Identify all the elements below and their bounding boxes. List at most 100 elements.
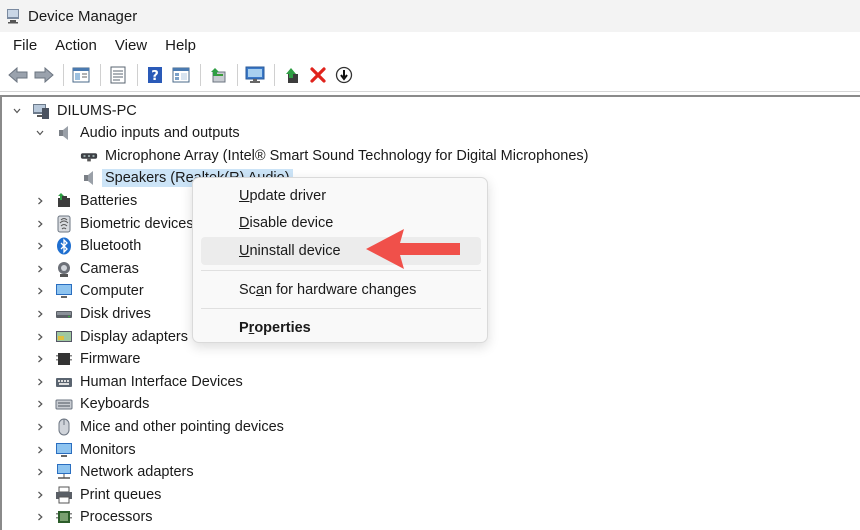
chevron-down-icon[interactable] <box>10 104 24 118</box>
chevron-right-icon[interactable] <box>33 330 47 344</box>
tree-category-item[interactable]: Processors <box>33 506 153 528</box>
tree-category-item[interactable]: Network adapters <box>33 461 194 483</box>
menu-update-driver[interactable]: Update driver <box>201 182 481 210</box>
disk-drive-icon <box>55 305 73 323</box>
tree-category-label: Mice and other pointing devices <box>80 419 284 435</box>
mouse-icon <box>55 418 73 436</box>
tree-category-label: Keyboards <box>80 396 150 413</box>
tree-category-label: Network adapters <box>80 464 194 481</box>
tree-category-item[interactable]: Print queues <box>33 484 161 506</box>
tree-category-item[interactable]: Human Interface Devices <box>33 371 243 393</box>
menu-action[interactable]: Action <box>49 37 103 54</box>
hid-icon <box>55 373 73 391</box>
tree-category-label: Firmware <box>80 351 141 368</box>
fingerprint-icon <box>55 215 73 233</box>
network-adapter-icon <box>55 463 73 481</box>
back-icon[interactable] <box>6 63 30 87</box>
chevron-right-icon[interactable] <box>33 510 47 524</box>
tree-category-item[interactable]: Firmware <box>33 348 140 370</box>
callout-arrow-icon <box>366 229 460 269</box>
processor-icon <box>55 508 73 526</box>
tree-category-label: Cameras <box>80 260 139 277</box>
uninstall-icon[interactable] <box>306 63 330 87</box>
speaker-icon <box>55 124 73 142</box>
tree-category-item[interactable]: Computer <box>33 280 144 302</box>
toolbar-separator <box>274 63 275 86</box>
chevron-right-icon[interactable] <box>33 352 47 366</box>
chevron-right-icon[interactable] <box>33 262 47 276</box>
menu-scan-hardware[interactable]: Sc a n for hardware changes <box>201 276 481 304</box>
chevron-right-icon[interactable] <box>33 307 47 321</box>
enable-device-icon[interactable] <box>280 63 304 87</box>
tree-category-item[interactable]: Batteries <box>33 190 137 212</box>
menu-view[interactable]: View <box>109 37 153 54</box>
list-icon[interactable] <box>106 63 130 87</box>
camera-icon <box>55 260 73 278</box>
scan-icon[interactable] <box>243 63 267 87</box>
microphone-array-icon <box>80 147 98 165</box>
tree-category-item[interactable]: Keyboards <box>33 393 149 415</box>
tree-category-label: Monitors <box>80 441 136 458</box>
chevron-right-icon[interactable] <box>33 488 47 502</box>
tree-category-label: Biometric devices <box>80 215 194 232</box>
printer-icon <box>55 486 73 504</box>
keyboard-icon <box>55 395 73 413</box>
tree-root-label: DILUMS-PC <box>57 103 137 119</box>
display-adapter-icon <box>55 328 73 346</box>
update-driver-icon[interactable] <box>206 63 230 87</box>
tree-category-audio[interactable]: Audio inputs and outputs <box>33 122 240 144</box>
device-tree[interactable]: DILUMS-PC Audio inputs and outputs Micro… <box>0 95 860 530</box>
toolbar-separator <box>100 63 101 86</box>
disable-icon[interactable] <box>332 63 356 87</box>
toolbar-separator <box>63 63 64 86</box>
help-icon[interactable]: ? <box>143 63 167 87</box>
chevron-right-icon[interactable] <box>33 465 47 479</box>
tree-category-label: Human Interface Devices <box>80 373 243 390</box>
tree-category-label: Bluetooth <box>80 238 142 255</box>
tree-category-label: Computer <box>80 283 144 300</box>
chevron-right-icon[interactable] <box>33 284 47 298</box>
chevron-down-icon[interactable] <box>33 126 47 140</box>
window-title: Device Manager <box>28 7 138 25</box>
tree-device-label: Microphone Array (Intel® Smart Sound Tec… <box>105 148 589 164</box>
properties-icon[interactable] <box>69 63 93 87</box>
device-manager-icon <box>5 8 21 24</box>
menu-help[interactable]: Help <box>159 37 202 54</box>
tree-category-item[interactable]: Mice and other pointing devices <box>33 416 284 438</box>
forward-icon[interactable] <box>32 63 56 87</box>
computer-icon <box>32 102 50 120</box>
details-icon[interactable] <box>169 63 193 87</box>
chevron-right-icon[interactable] <box>33 443 47 457</box>
tree-category-label: Print queues <box>80 486 162 503</box>
tree-category-label: Display adapters <box>80 328 188 345</box>
tree-category-item[interactable]: Bluetooth <box>33 235 141 257</box>
toolbar-separator <box>137 63 138 86</box>
monitor-icon <box>55 441 73 459</box>
tree-category-item[interactable]: Monitors <box>33 439 136 461</box>
tree-root[interactable]: DILUMS-PC <box>10 100 137 122</box>
speaker-icon <box>80 169 98 187</box>
tree-category-item[interactable]: Disk drives <box>33 303 151 325</box>
toolbar-separator <box>237 63 238 86</box>
chevron-right-icon[interactable] <box>33 217 47 231</box>
tree-category-item[interactable]: Biometric devices <box>33 213 194 235</box>
menu-file[interactable]: File <box>7 37 43 54</box>
menu-bar: File Action View Help <box>0 32 860 58</box>
menu-properties[interactable]: Pr operties <box>201 314 481 342</box>
svg-text:?: ? <box>151 69 159 84</box>
toolbar-separator <box>200 63 201 86</box>
computer-icon <box>55 282 73 300</box>
chevron-right-icon[interactable] <box>33 239 47 253</box>
chevron-right-icon[interactable] <box>33 375 47 389</box>
battery-icon <box>55 192 73 210</box>
tree-device-microphone[interactable]: Microphone Array (Intel® Smart Sound Tec… <box>80 145 589 167</box>
chevron-right-icon[interactable] <box>33 420 47 434</box>
tree-category-item[interactable]: Cameras <box>33 258 139 280</box>
tree-category-item[interactable]: Display adapters <box>33 326 188 348</box>
menu-separator <box>201 308 481 309</box>
tree-category-label: Disk drives <box>80 306 151 322</box>
chevron-right-icon[interactable] <box>33 194 47 208</box>
toolbar: ? <box>0 58 860 92</box>
tree-category-label: Audio inputs and outputs <box>80 125 240 141</box>
chevron-right-icon[interactable] <box>33 397 47 411</box>
